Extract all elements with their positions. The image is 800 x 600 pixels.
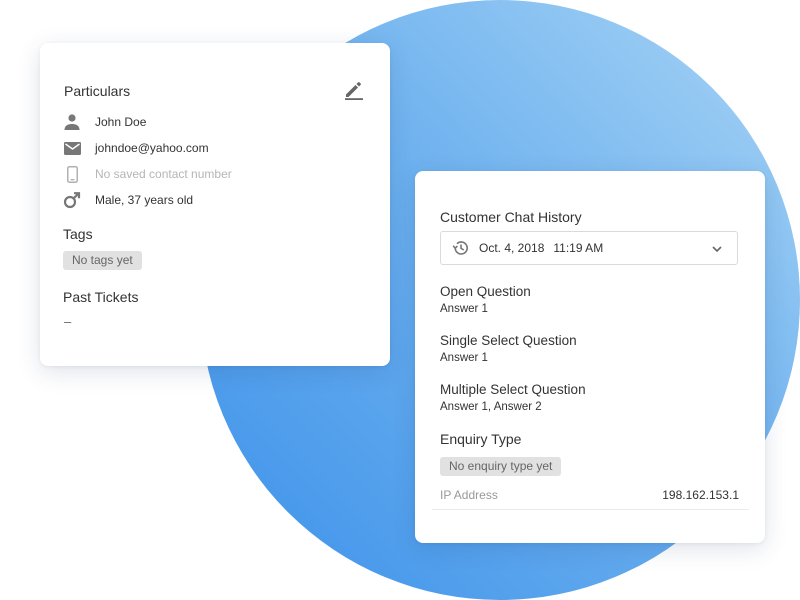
particulars-phone-row: No saved contact number xyxy=(62,164,232,184)
question-open: Open Question Answer 1 xyxy=(440,284,531,317)
customer-name: John Doe xyxy=(95,115,147,129)
particulars-gender-row: Male, 37 years old xyxy=(62,190,193,210)
question-answer: Answer 1 xyxy=(440,303,488,315)
tags-badge: No tags yet xyxy=(63,251,142,270)
chat-history-dropdown[interactable]: Oct. 4, 2018 11:19 AM xyxy=(440,231,738,265)
chevron-down-icon xyxy=(710,242,724,256)
male-icon xyxy=(62,190,82,210)
customer-gender-age: Male, 37 years old xyxy=(95,193,194,207)
edit-icon[interactable] xyxy=(342,77,366,101)
history-icon xyxy=(452,239,470,257)
question-single-select: Single Select Question Answer 1 xyxy=(440,333,577,366)
question-title: Open Question xyxy=(440,284,531,299)
question-multiple-select: Multiple Select Question Answer 1, Answe… xyxy=(440,382,586,415)
chat-history-title: Customer Chat History xyxy=(440,209,582,225)
past-tickets-value: – xyxy=(64,314,72,329)
ip-address-value: 198.162.153.1 xyxy=(662,488,739,502)
question-title: Single Select Question xyxy=(440,333,577,348)
ip-address-label: IP Address xyxy=(440,488,498,502)
particulars-title: Particulars xyxy=(64,83,131,99)
question-answer: Answer 1 xyxy=(440,352,488,364)
particulars-card: Particulars John Doe johndoe@yahoo.com N… xyxy=(40,43,390,366)
customer-email: johndoe@yahoo.com xyxy=(95,141,209,155)
tags-title: Tags xyxy=(63,226,93,242)
chat-history-date: Oct. 4, 2018 xyxy=(479,241,545,255)
mail-icon xyxy=(62,138,82,158)
phone-icon xyxy=(62,164,82,184)
enquiry-type-title: Enquiry Type xyxy=(440,431,522,447)
customer-phone: No saved contact number xyxy=(95,167,232,181)
person-icon xyxy=(62,112,82,132)
particulars-email-row: johndoe@yahoo.com xyxy=(62,138,209,158)
particulars-name-row: John Doe xyxy=(62,112,146,132)
enquiry-type-badge: No enquiry type yet xyxy=(440,457,562,476)
chat-history-time: 11:19 AM xyxy=(553,241,604,255)
chat-history-card: Customer Chat History Oct. 4, 2018 11:19… xyxy=(415,171,765,543)
divider xyxy=(432,509,749,510)
question-title: Multiple Select Question xyxy=(440,382,586,397)
question-answer: Answer 1, Answer 2 xyxy=(440,401,542,413)
past-tickets-title: Past Tickets xyxy=(63,289,139,305)
